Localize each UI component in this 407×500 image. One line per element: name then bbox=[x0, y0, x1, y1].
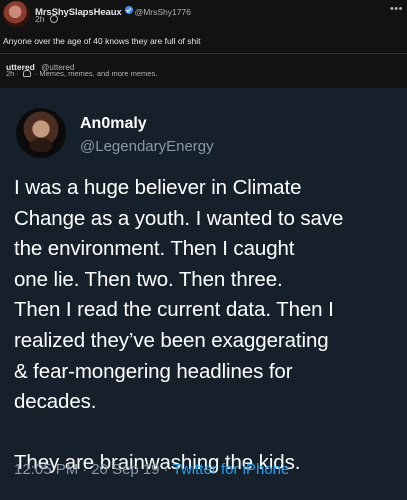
author-avatar[interactable] bbox=[3, 1, 30, 28]
globe-icon bbox=[49, 15, 58, 24]
tweet-screenshot[interactable]: An0maly @LegendaryEnergy I was a huge be… bbox=[0, 88, 407, 500]
tweet-author-handle: @LegendaryEnergy bbox=[80, 138, 214, 155]
tweet-line: I was a huge believer in Climate bbox=[14, 176, 302, 199]
meta-separator: · bbox=[34, 69, 38, 78]
tweet-body: I was a huge believer in Climate Change … bbox=[14, 173, 399, 478]
post-time[interactable]: 2h bbox=[35, 14, 44, 24]
tweet-line: the environment. Then I caught bbox=[14, 237, 295, 261]
post-header: MrsShySlapsHeaux @MrsShy1776 2h ••• bbox=[0, 0, 407, 28]
post-screen: MrsShySlapsHeaux @MrsShy1776 2h ••• Anyon… bbox=[0, 0, 407, 500]
footer-separator: · bbox=[82, 461, 88, 478]
group-name[interactable]: Memes, memes, and more memes. bbox=[39, 69, 157, 78]
shared-post[interactable]: uttered @uttered 2h · · Memes, memes, and m… bbox=[0, 53, 407, 84]
tweet-line: & fear-mongering headlines for bbox=[14, 359, 293, 383]
more-icon[interactable]: ••• bbox=[390, 3, 403, 15]
verified-icon bbox=[124, 6, 133, 15]
people-icon bbox=[22, 70, 31, 78]
tweet-date: 20 Sep 19 bbox=[91, 461, 160, 478]
shared-time[interactable]: 2h bbox=[6, 69, 14, 78]
tweet-line: Then I read the current data. Then I bbox=[14, 298, 334, 322]
author-handle[interactable]: @MrsShy1776 bbox=[135, 7, 191, 17]
tweet-line: one lie. Then two. Then three. bbox=[14, 267, 283, 291]
author-row: MrsShySlapsHeaux @MrsShy1776 bbox=[35, 2, 191, 20]
tweet-line: decades. bbox=[14, 390, 97, 414]
tweet-author-name: An0maly bbox=[80, 115, 147, 132]
shared-meta: 2h · · Memes, memes, and more memes. bbox=[6, 69, 157, 78]
meta-separator: · bbox=[16, 69, 19, 78]
tweet-time: 12:05 PM bbox=[14, 461, 79, 478]
footer-separator: · bbox=[163, 461, 169, 478]
post-text: Anyone over the age of 40 knows they are… bbox=[3, 36, 201, 46]
tweet-footer: 12:05 PM · 20 Sep 19 · Twitter for iPhone bbox=[14, 461, 289, 478]
tweet-line: Change as a youth. I wanted to save bbox=[14, 206, 344, 230]
tweet-avatar bbox=[16, 108, 66, 158]
tweet-line: realized they’ve been exaggerating bbox=[14, 328, 329, 352]
post-meta: 2h bbox=[35, 14, 58, 24]
tweet-source: Twitter for iPhone bbox=[172, 461, 290, 478]
